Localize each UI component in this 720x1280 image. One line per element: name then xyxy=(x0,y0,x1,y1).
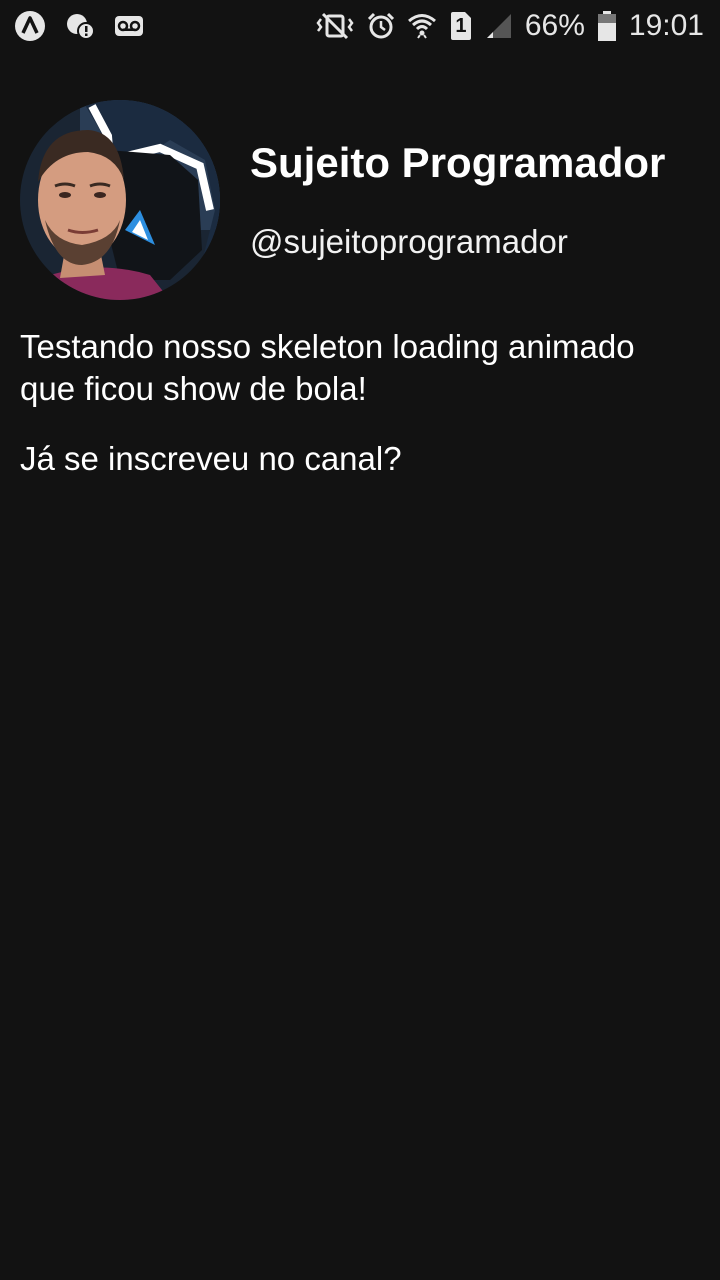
post-paragraph: Testando nosso skeleton loading animado … xyxy=(20,328,635,407)
name-block: Sujeito Programador @sujeitoprogramador xyxy=(250,136,665,264)
status-bar: 1 66% 19:01 xyxy=(0,0,720,50)
profile-name: Sujeito Programador xyxy=(250,139,666,186)
signal-icon xyxy=(485,12,513,40)
sim-icon: 1 xyxy=(449,10,473,42)
alarm-icon xyxy=(367,12,395,40)
post-body: Testando nosso skeleton loading animado … xyxy=(20,326,680,508)
avatar[interactable] xyxy=(20,100,220,300)
status-right-group: 1 66% 19:01 xyxy=(315,6,704,46)
clock: 19:01 xyxy=(628,9,704,42)
wifi-icon xyxy=(407,11,437,41)
notification-icon xyxy=(64,10,96,42)
sim-slot-number: 1 xyxy=(455,15,467,37)
post-paragraph: Já se inscreveu no canal? xyxy=(20,440,402,477)
profile-handle: @sujeitoprogramador xyxy=(250,223,568,260)
status-left-group xyxy=(14,10,144,42)
app-a-icon xyxy=(14,10,46,42)
profile-header: Sujeito Programador @sujeitoprogramador xyxy=(20,100,700,300)
voicemail-icon xyxy=(114,14,144,38)
battery-percent: 66% xyxy=(524,9,585,42)
vibrate-mute-icon xyxy=(315,11,355,41)
battery-icon xyxy=(597,10,617,42)
